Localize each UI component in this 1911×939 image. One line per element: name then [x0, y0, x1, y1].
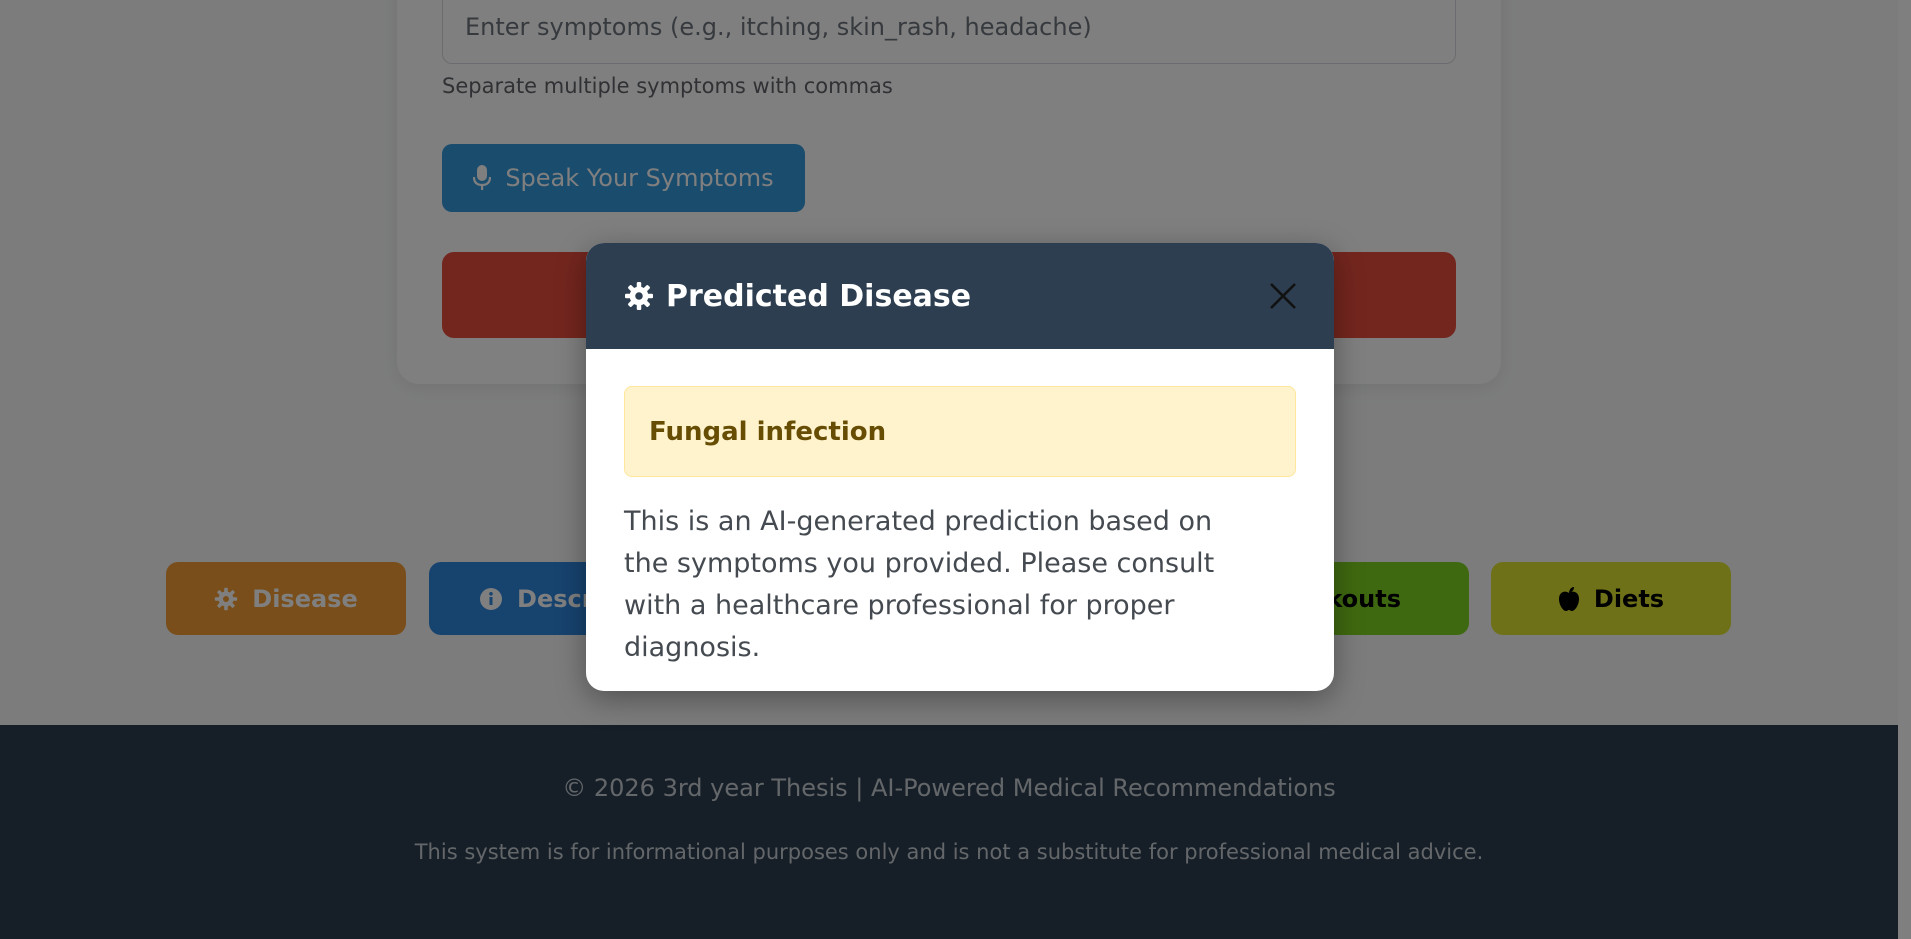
prediction-alert: Fungal infection: [624, 386, 1296, 477]
close-icon[interactable]: [1268, 281, 1298, 311]
page: Separate multiple symptoms with commas S…: [0, 0, 1911, 939]
modal-header: Predicted Disease: [586, 243, 1334, 349]
gear-icon: [625, 282, 653, 310]
prediction-disclaimer: This is an AI-generated prediction based…: [624, 506, 1215, 663]
predicted-disease-modal: Predicted Disease Fungal infection This …: [586, 243, 1334, 691]
modal-title: Predicted Disease: [666, 278, 972, 314]
predicted-disease-name: Fungal infection: [649, 416, 887, 447]
